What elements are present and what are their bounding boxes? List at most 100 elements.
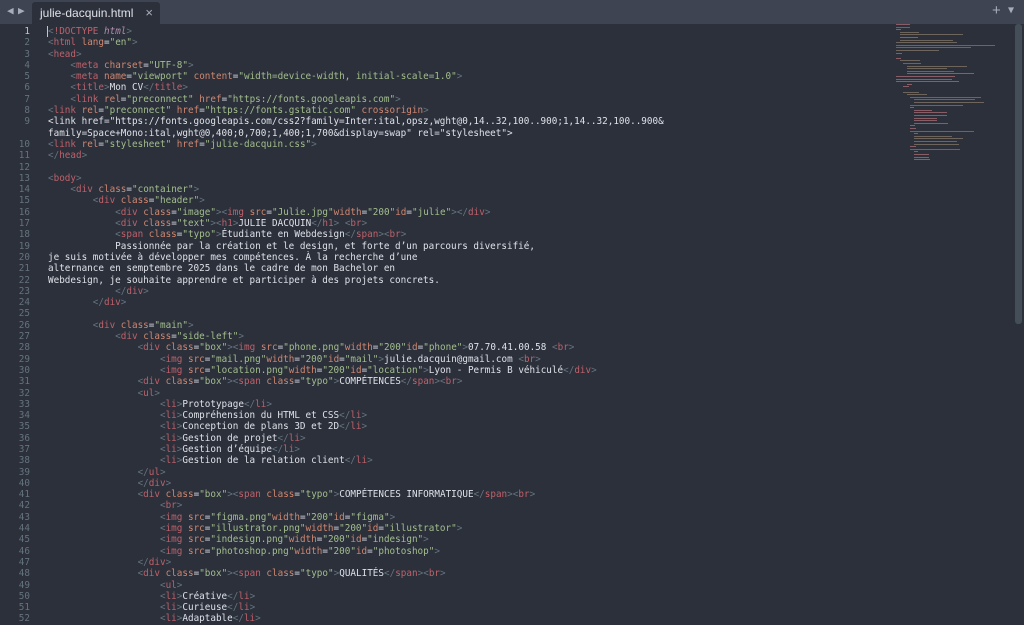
code-line[interactable]: 25 [0,308,1024,319]
code-line[interactable]: 13 <body> [0,173,1024,184]
minimap-line [906,65,968,67]
plus-icon[interactable]: + [992,3,1001,19]
code-line[interactable]: 12 [0,162,1024,173]
code-line[interactable]: 19 Passionnée par la création et le desi… [0,241,1024,252]
code-line[interactable]: 10 <link rel="stylesheet" href="julie-dac… [0,139,1024,150]
line-number: 14 [18,184,30,196]
code-line[interactable]: 20 je suis motivée à développer mes compé… [0,252,1024,263]
minimap-line [914,141,958,142]
code-line[interactable]: 44 <img src="illustrator.png"width="200"… [0,523,1024,534]
line-number: 21 [18,263,30,275]
minimap-line [910,128,916,129]
minimap-line [899,39,953,41]
code-text: <div class="image"><img src="Julie.jpg"w… [115,206,491,218]
line-number: 7 [24,93,30,105]
code-line[interactable]: 4 <meta charset="UTF-8"> [0,60,1024,71]
minimap-line [910,148,960,150]
line-number: 37 [18,443,30,455]
code-line[interactable]: 37 <li>Gestion d’équipe</li> [0,444,1024,455]
line-number: 5 [24,71,30,83]
code-line[interactable]: 36 <li>Gestion de projet</li> [0,433,1024,444]
close-icon[interactable]: × [145,5,153,20]
code-line[interactable]: 5 <meta name="viewport" content="width=d… [0,71,1024,82]
minimap-line [910,125,915,127]
code-line[interactable]: 32 <ul> [0,388,1024,399]
code-line[interactable]: 1 <!DOCTYPE html> [0,26,1024,37]
code-line[interactable]: 18 <span class="typo">Étudiante en Webde… [0,229,1024,240]
code-text: <div class="box"><span class="typo">COMP… [137,489,536,501]
line-number: 35 [18,421,30,433]
code-line[interactable]: 29 <img src="mail.png"width="200"id="mai… [0,354,1024,365]
code-text: <li>Créative</li> [159,590,256,602]
code-line[interactable]: 9 <link href="https://fonts.googleapis.co… [0,116,1024,127]
minimap-line [899,34,963,36]
minimap-line [914,99,976,101]
code-line[interactable]: 30 <img src="location.png"width="200"id=… [0,365,1024,376]
code-text: <div class="box"><img src="phone.png"wid… [137,342,575,354]
vertical-scrollbar[interactable] [1015,24,1022,324]
code-line[interactable]: 22 Webdesign, je souhaite apprendre et pa… [0,275,1024,286]
code-line[interactable]: 27 <div class="side-left"> [0,331,1024,342]
code-text: family=Space+Mono:ital,wght@0,400;0,700;… [48,127,513,139]
minimap-line [914,138,963,140]
code-line[interactable]: 15 <div class="header"> [0,195,1024,206]
tab-julie-dacquin[interactable]: julie-dacquin.html × [32,2,160,24]
code-line[interactable]: 34 <li>Compréhension du HTML et CSS</li> [0,410,1024,421]
code-line[interactable]: 14 <div class="container"> [0,184,1024,195]
code-line[interactable]: 28 <div class="box"><img src="phone.png"… [0,342,1024,353]
code-line[interactable]: 11 </head> [0,150,1024,161]
code-line[interactable]: 31 <div class="box"><span class="typo">C… [0,376,1024,387]
chevron-right-icon[interactable]: ▶ [18,4,25,17]
code-text: </head> [48,150,88,162]
chevron-down-icon[interactable]: ▼ [1008,5,1014,16]
code-line[interactable]: 46 <img src="photoshop.png"width="200"id… [0,546,1024,557]
code-line[interactable]: 16 <div class="image"><img src="Julie.jp… [0,207,1024,218]
minimap-line [914,117,938,119]
code-line[interactable]: 3 <head> [0,49,1024,60]
minimap[interactable] [896,24,1006,224]
line-number: 26 [18,319,30,331]
code-editor[interactable]: 1 <!DOCTYPE html> 2 <html lang="en"> 3 <head>… [0,26,1024,625]
code-line[interactable]: 41 <div class="box"><span class="typo">C… [0,489,1024,500]
code-line[interactable]: 43 <img src="figma.png"width="200"id="fi… [0,512,1024,523]
code-line[interactable]: 21 alternance en semptembre 2025 dans le … [0,263,1024,274]
code-text: </div> [115,285,149,297]
code-line[interactable]: 7 <link rel="preconnect" href="https://f… [0,94,1024,105]
line-number: 42 [18,500,30,512]
code-line[interactable]: 49 <ul> [0,580,1024,591]
code-line[interactable]: 35 <li>Conception de plans 3D et 2D</li> [0,421,1024,432]
chevron-left-icon[interactable]: ◀ [7,4,14,17]
code-line[interactable]: 23 </div> [0,286,1024,297]
code-line[interactable]: 51 <li>Curieuse</li> [0,602,1024,613]
code-line[interactable]: 48 <div class="box"><span class="typo">Q… [0,568,1024,579]
line-number: 8 [24,105,30,117]
line-number: 15 [18,195,30,207]
code-line[interactable]: 47 </div> [0,557,1024,568]
code-line[interactable]: 24 </div> [0,297,1024,308]
minimap-line [914,133,918,135]
code-text: <li>Adaptable</li> [159,613,261,625]
minimap-line [914,120,937,122]
code-line[interactable]: 6 <title>Mon CV</title> [0,82,1024,93]
code-line[interactable]: 17 <div class="text"><h1>JULIE DACQUIN</… [0,218,1024,229]
tab-title: julie-dacquin.html [40,6,134,20]
code-line[interactable]: 40 </div> [0,478,1024,489]
code-line[interactable]: 50 <li>Créative</li> [0,591,1024,602]
code-text: Webdesign, je souhaite apprendre et part… [48,274,440,286]
code-line[interactable]: 45 <img src="indesign.png"width="200"id=… [0,534,1024,545]
code-line[interactable]: 42 <br> [0,500,1024,511]
code-line[interactable]: 52 <li>Adaptable</li> [0,613,1024,624]
minimap-line [906,70,954,72]
line-number: 22 [18,274,30,286]
line-number: 6 [24,82,30,94]
code-line[interactable]: 39 </ul> [0,467,1024,478]
line-number: 30 [18,364,30,376]
text-cursor [47,26,48,37]
code-line[interactable]: 26 <div class="main"> [0,320,1024,331]
code-line[interactable]: 8 <link rel="preconnect" href="https://fo… [0,105,1024,116]
code-line[interactable]: family=Space+Mono:ital,wght@0,400;0,700;… [0,128,1024,139]
code-text: <li>Gestion de la relation client</li> [159,455,373,467]
code-line[interactable]: 33 <li>Prototypage</li> [0,399,1024,410]
code-line[interactable]: 2 <html lang="en"> [0,37,1024,48]
code-line[interactable]: 38 <li>Gestion de la relation client</li… [0,455,1024,466]
